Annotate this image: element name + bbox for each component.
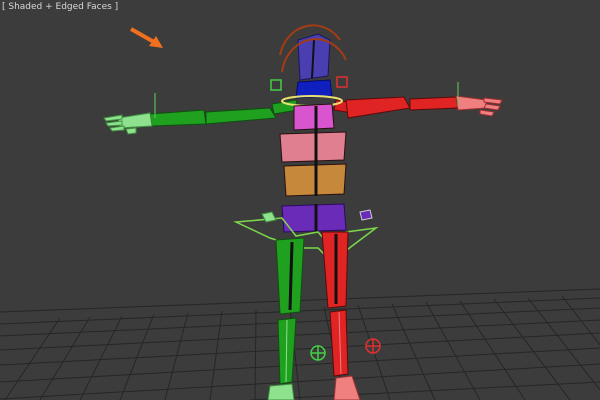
left-forearm bbox=[149, 109, 207, 127]
biped-scene[interactable] bbox=[0, 0, 600, 400]
right-foot bbox=[333, 375, 361, 400]
right-arm[interactable] bbox=[333, 82, 503, 119]
spine-mid bbox=[279, 131, 347, 163]
orange-arrow-icon bbox=[130, 27, 163, 48]
right-forearm bbox=[409, 96, 459, 111]
left-foot bbox=[267, 383, 295, 400]
left-upper-arm bbox=[205, 107, 277, 125]
spine-upper bbox=[293, 103, 335, 131]
right-hand bbox=[455, 95, 503, 117]
right-upper-arm bbox=[345, 96, 411, 119]
left-arm[interactable] bbox=[103, 93, 299, 135]
left-hand bbox=[103, 112, 153, 135]
left-leg[interactable] bbox=[267, 237, 305, 400]
viewport-perspective[interactable]: [ Shaded + Edged Faces ] bbox=[0, 0, 600, 400]
right-leg[interactable] bbox=[321, 231, 361, 400]
viewport-shading-label[interactable]: [ Shaded + Edged Faces ] bbox=[2, 2, 118, 12]
spine[interactable] bbox=[279, 103, 347, 197]
pelvis[interactable] bbox=[233, 203, 379, 264]
